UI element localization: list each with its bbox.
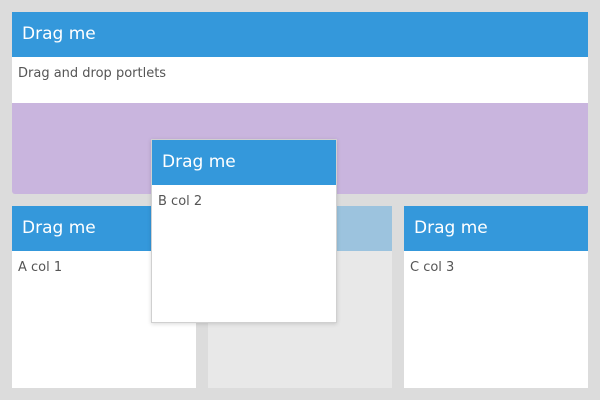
portlet-top-content: Drag and drop portlets: [18, 66, 167, 81]
portlet-top-drag-handle[interactable]: Drag me: [12, 12, 588, 57]
portlet-being-dragged[interactable]: Drag me B col 2: [151, 139, 337, 323]
portlet-top: Drag me Drag and drop portlets: [12, 12, 588, 103]
portlet-column-c-drag-handle[interactable]: Drag me: [404, 206, 588, 251]
portlet-column-c-content: C col 3: [410, 260, 455, 275]
dragged-portlet-content: B col 2: [158, 194, 203, 209]
portlet-column-c: Drag me C col 3: [404, 206, 588, 388]
dragged-portlet-drag-handle[interactable]: Drag me: [152, 140, 336, 185]
